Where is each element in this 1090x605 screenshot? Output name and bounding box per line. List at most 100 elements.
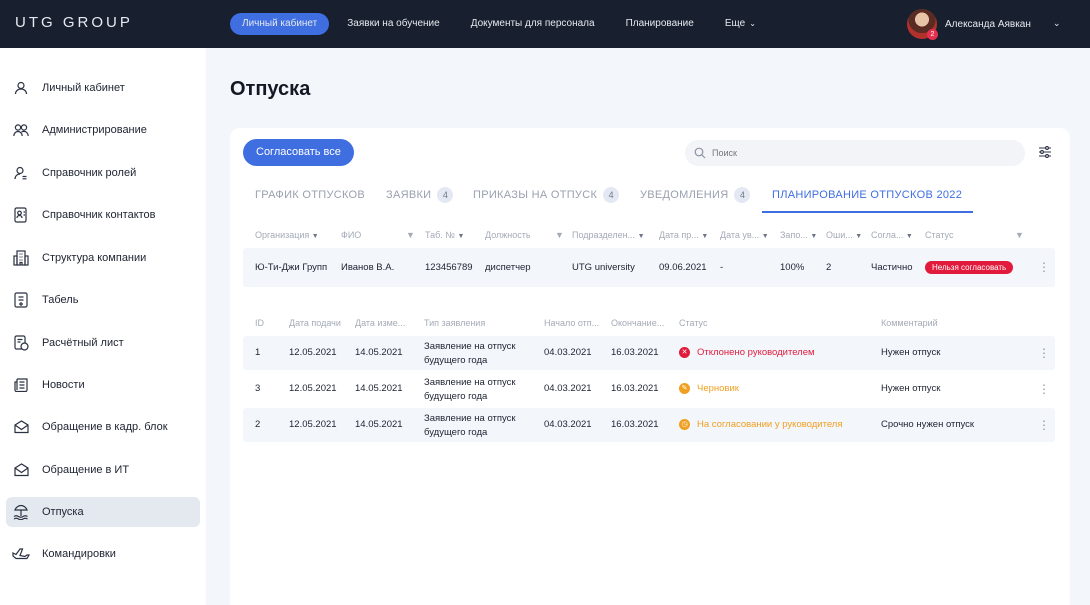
sidebar-item-timesheet[interactable]: Табель <box>6 285 200 315</box>
table-row[interactable]: 2 12.05.2021 14.05.2021 Заявление на отп… <box>243 408 1055 442</box>
column-header[interactable]: Статус <box>679 318 707 328</box>
sidebar-item-payslip[interactable]: Расчётный лист <box>6 328 200 358</box>
cell-department: UTG university <box>572 262 635 273</box>
logo[interactable]: UTG GROUP <box>15 14 133 31</box>
cell-type: Заявление на отпуск будущего года <box>424 377 516 402</box>
cell-hire-date: 09.06.2021 <box>659 262 707 273</box>
column-header-label: Статус <box>925 230 954 240</box>
beach-icon <box>12 503 30 521</box>
sidebar-item-label: Обращение в ИТ <box>42 464 130 476</box>
sort-arrow-icon: ▼ <box>701 233 709 240</box>
column-header-label: ФИО <box>341 230 362 240</box>
sidebar-item-hr-request[interactable]: Обращение в кадр. блок <box>6 412 200 442</box>
cell-organization: Ю-Ти-Джи Групп <box>255 262 328 273</box>
search-input[interactable] <box>712 148 1012 158</box>
tab-vacation-orders[interactable]: ПРИКАЗЫ НА ОТПУСК 4 <box>473 182 620 213</box>
column-header[interactable]: Должность <box>485 230 531 240</box>
cell-start: 04.03.2021 <box>544 419 592 430</box>
column-header[interactable]: Таб. № ▼ <box>425 230 464 240</box>
tab-label: ГРАФИК ОТПУСКОВ <box>255 189 366 201</box>
tab-vacation-planning-2022[interactable]: ПЛАНИРОВАНИЕ ОТПУСКОВ 2022 <box>762 182 973 213</box>
table-row[interactable]: 1 12.05.2021 14.05.2021 Заявление на отп… <box>243 336 1055 370</box>
user-menu[interactable]: 2 Александа Аявкан ⌄ <box>907 9 1061 40</box>
column-header-label: Дата ув... <box>720 230 760 240</box>
table-row[interactable]: 3 12.05.2021 14.05.2021 Заявление на отп… <box>243 372 1055 406</box>
more-vertical-icon[interactable]: ⋮ <box>1038 347 1050 359</box>
column-header[interactable]: Окончание... <box>611 318 664 328</box>
tab-label: ПРИКАЗЫ НА ОТПУСК <box>473 189 598 201</box>
sidebar-item-company-structure[interactable]: Структура компании <box>6 243 200 273</box>
approve-all-button[interactable]: Согласовать все <box>243 139 354 166</box>
tab-label: ПЛАНИРОВАНИЕ ОТПУСКОВ 2022 <box>772 189 963 201</box>
tabs: ГРАФИК ОТПУСКОВ ЗАЯВКИ 4 ПРИКАЗЫ НА ОТПУС… <box>243 182 1003 213</box>
table-row[interactable]: Ю-Ти-Джи Групп Иванов В.А. 123456789 дис… <box>243 248 1055 287</box>
tab-requests[interactable]: ЗАЯВКИ 4 <box>386 182 454 213</box>
sidebar-item-personal-cabinet[interactable]: Личный кабинет <box>6 73 200 103</box>
column-header[interactable]: Оши... ▼ <box>826 230 862 240</box>
tab-count-badge: 4 <box>734 187 751 203</box>
column-header[interactable]: Тип заявления <box>424 318 485 328</box>
column-header[interactable]: ID <box>255 318 264 328</box>
column-header[interactable]: ФИО <box>341 230 361 240</box>
sort-arrow-icon: ▼ <box>905 233 913 240</box>
cell-start: 04.03.2021 <box>544 383 592 394</box>
sidebar-item-it-request[interactable]: Обращение в ИТ <box>6 455 200 485</box>
sidebar-item-roles[interactable]: Справочник ролей <box>6 158 200 188</box>
nav-more[interactable]: Еще ⌄ <box>725 13 756 35</box>
cell-changed: 14.05.2021 <box>355 419 403 430</box>
cell-id: 2 <box>255 419 261 430</box>
sidebar-item-label: Отпуска <box>42 506 84 518</box>
nav-planning[interactable]: Планирование <box>626 13 694 35</box>
tab-vacation-schedule[interactable]: ГРАФИК ОТПУСКОВ <box>255 182 365 213</box>
cell-end: 16.03.2021 <box>611 347 659 358</box>
column-header[interactable]: Дата пр... ▼ <box>659 230 708 240</box>
avatar[interactable]: 2 <box>907 9 938 40</box>
column-header[interactable]: Начало отп... <box>544 318 599 328</box>
column-header[interactable]: Статус <box>925 230 953 240</box>
sidebar-item-label: Администрирование <box>42 124 147 136</box>
sort-arrow-icon[interactable]: ▼ <box>406 230 415 240</box>
column-header[interactable]: Дата ув... ▼ <box>720 230 769 240</box>
sidebar-item-label: Справочник ролей <box>42 167 137 179</box>
nav-staff-documents[interactable]: Документы для персонала <box>471 13 595 35</box>
column-header[interactable]: Дата подачи <box>289 318 341 328</box>
sidebar-item-business-trips[interactable]: Командировки <box>6 539 200 569</box>
notification-badge: 2 <box>927 29 938 40</box>
column-header-label: Оши... <box>826 230 853 240</box>
cell-changed: 14.05.2021 <box>355 383 403 394</box>
column-header[interactable]: Дата изме... <box>355 318 405 328</box>
more-vertical-icon[interactable]: ⋮ <box>1038 261 1050 273</box>
sidebar-item-news[interactable]: Новости <box>6 370 200 400</box>
news-icon <box>12 376 30 394</box>
sort-arrow-icon[interactable]: ▼ <box>555 230 564 240</box>
filter-settings-icon[interactable] <box>1038 145 1052 159</box>
more-vertical-icon[interactable]: ⋮ <box>1038 383 1050 395</box>
column-header[interactable]: Запо... ▼ <box>780 230 817 240</box>
cell-tab-number: 123456789 <box>425 262 473 273</box>
nav-training-requests[interactable]: Заявки на обучение <box>347 13 439 35</box>
nav-personal-cabinet[interactable]: Личный кабинет <box>230 13 330 35</box>
rejected-icon: ✕ <box>679 347 690 358</box>
top-bar: UTG GROUP Личный кабинет Заявки на обуче… <box>0 0 1090 48</box>
column-header-label: Дата пр... <box>659 230 699 240</box>
column-header[interactable]: Согла... ▼ <box>871 230 913 240</box>
column-header[interactable]: Организация ▼ <box>255 230 319 240</box>
users-icon <box>12 121 30 139</box>
sort-arrow-icon: ▼ <box>810 233 818 240</box>
chevron-down-icon[interactable]: ⌄ <box>1053 18 1061 29</box>
sidebar-item-contacts[interactable]: Справочник контактов <box>6 200 200 230</box>
sort-arrow-icon[interactable]: ▼ <box>1015 230 1024 240</box>
cell-errors: 2 <box>826 262 832 273</box>
column-header[interactable]: Комментарий <box>881 318 938 328</box>
tab-notifications[interactable]: УВЕДОМЛЕНИЯ 4 <box>640 182 751 213</box>
sidebar-item-administration[interactable]: Администрирование <box>6 115 200 145</box>
status-text: Отклонено руководителем <box>697 347 815 358</box>
column-header-label: Должность <box>485 230 531 240</box>
search-box[interactable] <box>685 140 1025 166</box>
sidebar-item-vacations[interactable]: Отпуска <box>6 497 200 527</box>
more-vertical-icon[interactable]: ⋮ <box>1038 419 1050 431</box>
tab-label: УВЕДОМЛЕНИЯ <box>640 189 729 201</box>
cell-end: 16.03.2021 <box>611 383 659 394</box>
column-header[interactable]: Подразделен... ▼ <box>572 230 645 240</box>
column-header-label: Запо... <box>780 230 808 240</box>
